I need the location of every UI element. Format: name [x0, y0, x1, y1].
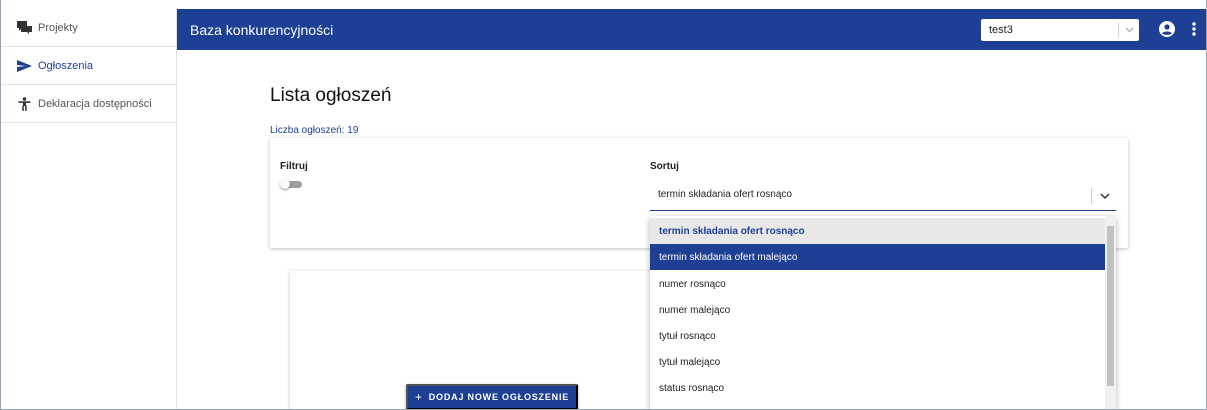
account-circle-icon[interactable] — [1158, 20, 1176, 38]
send-arrow-icon — [16, 58, 32, 74]
sort-option[interactable]: termin składania ofert rosnąco — [650, 218, 1105, 244]
chat-bubbles-icon — [16, 20, 32, 36]
filter-label: Filtruj — [280, 161, 308, 172]
sidebar-item-label: Projekty — [38, 21, 78, 34]
toggle-thumb — [280, 179, 290, 189]
sidebar-item-label: Ogłoszenia — [38, 59, 94, 72]
sidebar-item-deklaracja-dostepnosci[interactable]: Deklaracja dostępności — [0, 85, 176, 123]
accessibility-icon — [16, 96, 32, 112]
select-separator — [1091, 188, 1092, 204]
scroll-down-arrow-icon[interactable] — [1107, 402, 1114, 408]
sort-option[interactable]: termin składania ofert malejąco — [650, 244, 1105, 270]
chevron-down-icon[interactable] — [1119, 27, 1139, 33]
add-announcement-label: DODAJ NOWE OGŁOSZENIE — [428, 392, 570, 402]
tenant-select-value: test3 — [989, 24, 1013, 36]
window-top-strip — [0, 0, 1207, 9]
page-title: Lista ogłoszeń — [270, 85, 392, 106]
sort-label: Sortuj — [650, 161, 679, 172]
app-title: Baza konkurencyjności — [190, 21, 334, 38]
top-app-bar: Baza konkurencyjności test3 — [177, 9, 1207, 50]
add-announcement-button[interactable]: + DODAJ NOWE OGŁOSZENIE — [406, 384, 578, 410]
filter-toggle[interactable] — [280, 179, 302, 189]
sort-select[interactable]: termin składania ofert rosnąco — [650, 181, 1116, 211]
sort-options-dropdown: termin składania ofert rosnąco termin sk… — [650, 216, 1116, 410]
sort-option[interactable]: status rosnąco — [650, 375, 1105, 401]
more-vertical-icon[interactable] — [1189, 20, 1199, 38]
sidebar-item-projekty[interactable]: Projekty — [0, 9, 176, 47]
sort-option[interactable]: tytuł rosnąco — [650, 323, 1105, 349]
tenant-select[interactable]: test3 — [981, 19, 1139, 41]
sort-option[interactable]: numer malejąco — [650, 297, 1105, 323]
scroll-up-arrow-icon[interactable] — [1107, 218, 1114, 230]
sidebar-item-ogloszenia[interactable]: Ogłoszenia — [0, 47, 176, 85]
plus-icon: + — [414, 390, 423, 404]
sidebar: Projekty Ogłoszenia Deklaracja dostępnoś… — [0, 9, 177, 410]
announcement-count: Liczba ogłoszeń: 19 — [270, 125, 359, 136]
sort-select-value: termin składania ofert rosnąco — [658, 189, 792, 200]
scrollbar-thumb[interactable] — [1107, 226, 1114, 386]
chevron-down-icon[interactable] — [1098, 189, 1112, 203]
sort-option[interactable]: tytuł malejąco — [650, 349, 1105, 375]
sidebar-item-label: Deklaracja dostępności — [38, 97, 152, 110]
sort-option[interactable]: numer rosnąco — [650, 271, 1105, 297]
dropdown-scrollbar[interactable] — [1105, 216, 1116, 410]
